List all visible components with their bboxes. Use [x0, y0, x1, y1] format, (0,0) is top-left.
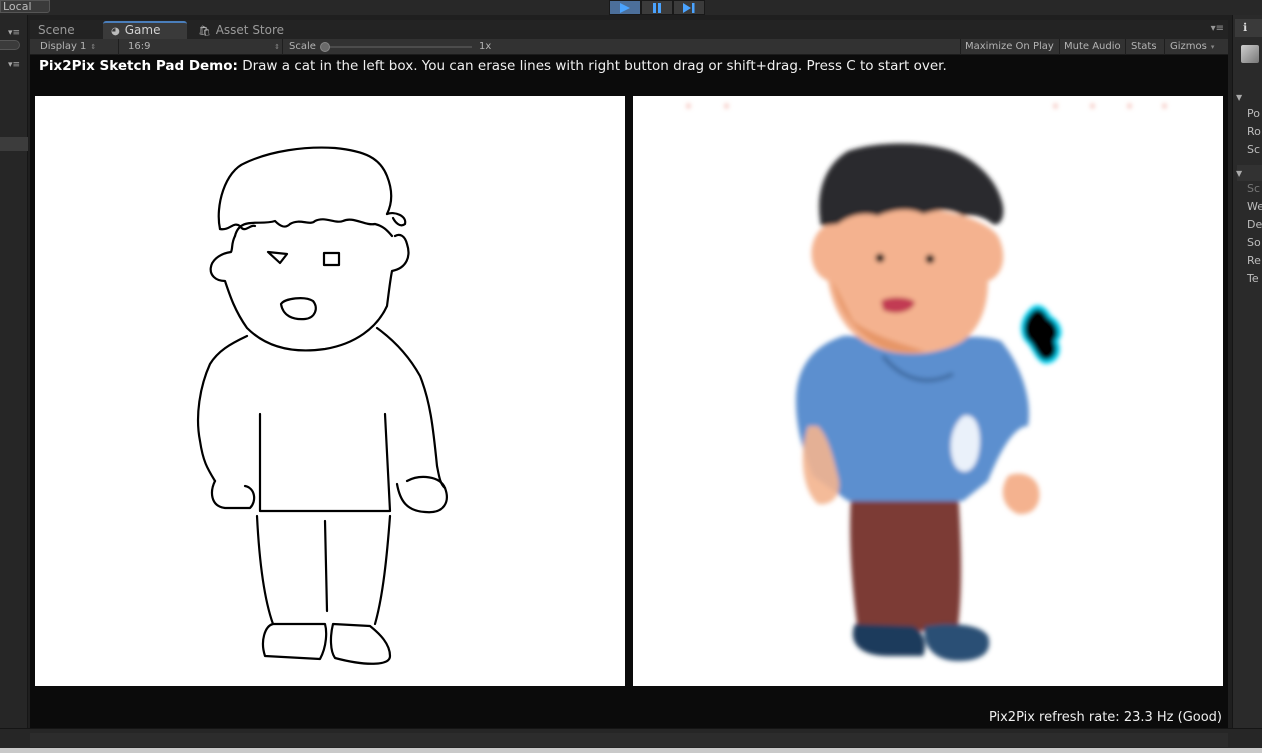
inspector-row: Sc — [1247, 182, 1261, 195]
pause-icon — [653, 2, 661, 13]
scale-slider-track[interactable] — [322, 46, 472, 48]
panel-menu-icon[interactable]: ▾≡ — [8, 28, 20, 38]
tab-game-label: Game — [124, 23, 161, 37]
inspector-row: De — [1247, 218, 1262, 231]
divider — [1059, 39, 1060, 55]
refresh-rate-status: Pix2Pix refresh rate: 23.3 Hz (Good) — [988, 710, 1222, 725]
play-button[interactable] — [609, 0, 641, 15]
dropdown-arrow-icon: ▾ — [1210, 43, 1215, 51]
app-toolbar: Local — [0, 0, 1262, 15]
gizmos-dropdown[interactable]: Gizmos ▾ — [1170, 41, 1214, 53]
divider — [1125, 39, 1126, 55]
step-button[interactable] — [673, 0, 705, 15]
hierarchy-selected-row[interactable] — [0, 137, 28, 151]
display-label: Display 1 — [40, 41, 87, 52]
tab-game[interactable]: ◕ Game — [103, 21, 187, 39]
tab-menu-icon[interactable]: ▾≡ — [1211, 23, 1224, 34]
layers-label: Local — [3, 0, 32, 13]
inspector-tab[interactable]: ℹ — [1235, 19, 1262, 37]
hierarchy-search-input[interactable] — [0, 40, 20, 50]
pix2pix-output — [633, 96, 1223, 686]
step-icon — [683, 2, 695, 13]
scale-label: Scale — [289, 41, 316, 52]
console-bar — [30, 733, 1228, 747]
view-tab-bar: Scene ◕ Game 🛍 Asset Store ▾≡ — [30, 20, 1228, 39]
divider — [1164, 39, 1165, 55]
info-icon: ℹ — [1243, 21, 1248, 34]
layers-dropdown[interactable]: Local — [0, 0, 50, 13]
foldout-arrow-icon[interactable]: ▼ — [1236, 93, 1242, 102]
aspect-dropdown[interactable]: 16:9 ⇕ — [128, 41, 280, 53]
aspect-label: 16:9 — [128, 41, 151, 52]
bottom-panel — [0, 728, 1262, 753]
divider — [118, 39, 119, 55]
maximize-on-play-toggle[interactable]: Maximize On Play — [965, 41, 1054, 53]
mute-audio-toggle[interactable]: Mute Audio — [1064, 41, 1121, 53]
pause-button[interactable] — [641, 0, 673, 15]
tab-scene[interactable]: Scene — [30, 21, 102, 39]
play-icon — [620, 2, 630, 13]
gameobject-cube-icon — [1241, 45, 1259, 63]
inspector-panel: ℹ ▼ Po Ro Sc ▼ Sc We De So Re Te — [1232, 15, 1262, 728]
scale-slider-handle[interactable] — [320, 42, 330, 52]
tab-asset-store[interactable]: 🛍 Asset Store — [190, 21, 290, 39]
play-controls — [609, 0, 705, 15]
display-dropdown[interactable]: Display 1 ⇕ — [40, 41, 96, 53]
game-toolbar: Display 1 ⇕ 16:9 ⇕ Scale 1x Maximize On Pl… — [30, 39, 1228, 55]
dropdown-arrow-icon: ⇕ — [90, 43, 97, 51]
divider — [282, 39, 283, 55]
demo-instructions-text: Draw a cat in the left box. You can eras… — [237, 58, 947, 74]
inspector-row: Sc — [1247, 143, 1261, 156]
inspector-row: Ro — [1247, 125, 1261, 138]
inspector-row: Po — [1247, 107, 1260, 120]
scale-value: 1x — [479, 41, 492, 52]
stats-toggle[interactable]: Stats — [1131, 41, 1157, 53]
divider — [960, 39, 961, 55]
demo-instructions: Pix2Pix Sketch Pad Demo: Draw a cat in t… — [39, 58, 947, 74]
game-view: Pix2Pix Sketch Pad Demo: Draw a cat in t… — [30, 55, 1228, 728]
tab-asset-store-label: Asset Store — [215, 23, 285, 37]
create-menu-icon[interactable]: ▾≡ — [8, 60, 20, 70]
inspector-row: We — [1247, 200, 1262, 213]
inspector-row: Re — [1247, 254, 1261, 267]
generated-image — [687, 104, 1166, 661]
tab-scene-label: Scene — [38, 23, 75, 37]
dropdown-arrow-icon: ⇕ — [274, 43, 280, 51]
status-bar — [0, 748, 1262, 753]
demo-title: Pix2Pix Sketch Pad Demo: — [39, 58, 238, 74]
gizmos-label: Gizmos — [1170, 41, 1207, 52]
inspector-row: So — [1247, 236, 1261, 249]
game-icon: ◕ — [111, 26, 120, 37]
foldout-arrow-icon[interactable]: ▼ — [1236, 169, 1242, 178]
sketch-canvas[interactable] — [35, 96, 625, 686]
asset-store-icon: 🛍 — [198, 26, 211, 37]
inspector-row: Te — [1247, 272, 1259, 285]
sketch-drawing — [196, 146, 448, 665]
hierarchy-panel: ▾≡ ▾≡ — [0, 15, 28, 753]
